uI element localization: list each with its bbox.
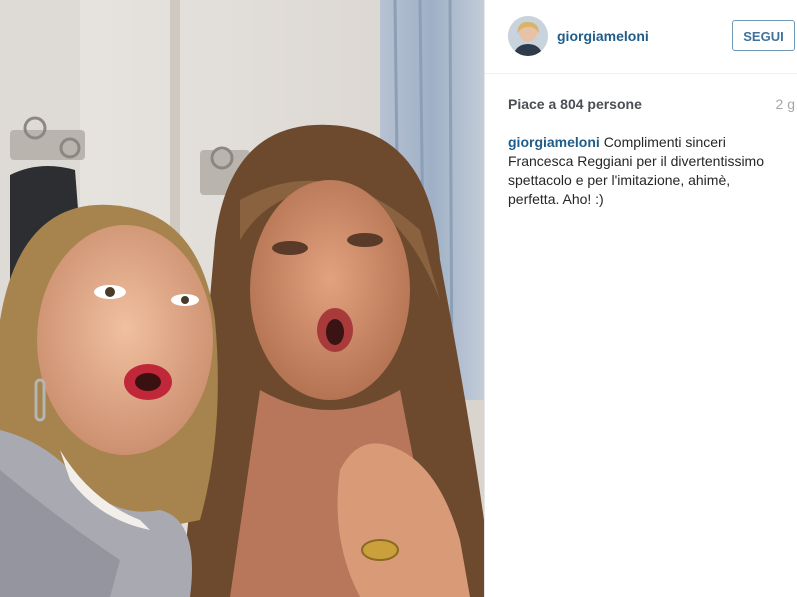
selfie-photo-image: [0, 0, 484, 597]
follow-button[interactable]: SEGUI: [732, 20, 795, 51]
caption-username-link[interactable]: giorgiameloni: [508, 134, 600, 150]
post-time[interactable]: 2 g: [776, 96, 795, 112]
post-caption: giorgiameloni Complimenti sinceri France…: [508, 133, 774, 209]
author-username-link[interactable]: giorgiameloni: [557, 28, 649, 44]
post-header: giorgiameloni SEGUI: [485, 0, 797, 74]
post-sidebar: giorgiameloni SEGUI Piace a 804 persone …: [484, 0, 797, 597]
likes-count[interactable]: Piace a 804 persone: [508, 96, 642, 112]
author-avatar[interactable]: [508, 16, 548, 56]
likes-row: Piace a 804 persone 2 g: [508, 96, 795, 116]
avatar-image: [508, 16, 548, 56]
post-photo[interactable]: [0, 0, 484, 597]
post-container: giorgiameloni SEGUI Piace a 804 persone …: [0, 0, 797, 597]
